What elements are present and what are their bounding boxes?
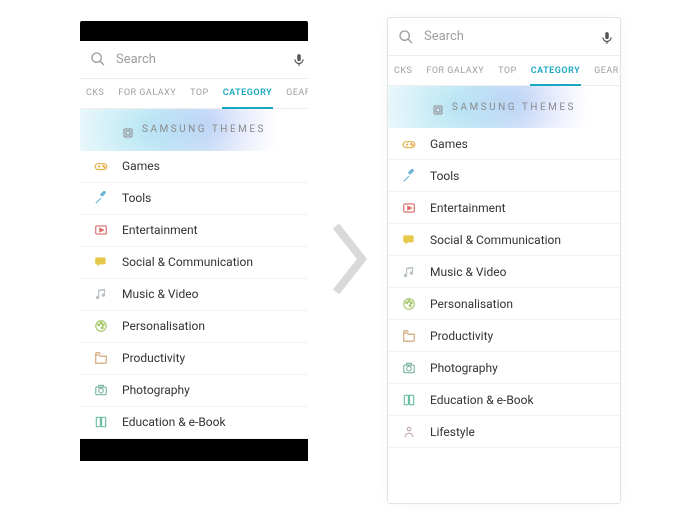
category-row-games[interactable]: Games: [388, 128, 620, 160]
category-row-social[interactable]: Social & Communication: [388, 224, 620, 256]
hero-title: SAMSUNG THEMES: [452, 102, 576, 113]
tab-bar: CKS FOR GALAXY TOP CATEGORY GEAR: [80, 79, 308, 109]
search-input[interactable]: [424, 29, 590, 44]
tab-for-galaxy[interactable]: FOR GALAXY: [419, 56, 491, 85]
search-icon: [398, 29, 414, 45]
photography-icon: [402, 361, 416, 375]
games-icon: [94, 159, 108, 173]
category-row-education[interactable]: Education & e-Book: [388, 384, 620, 416]
category-label: Music & Video: [430, 265, 506, 279]
tools-icon: [402, 169, 416, 183]
category-label: Music & Video: [122, 287, 198, 301]
productivity-icon: [94, 351, 108, 365]
category-row-games[interactable]: Games: [80, 151, 308, 183]
entertainment-icon: [402, 201, 416, 215]
category-row-tools[interactable]: Tools: [80, 183, 308, 215]
category-list-before: Games Tools Entertainment Social & Communic…: [80, 151, 308, 439]
mic-icon[interactable]: [600, 30, 614, 44]
category-label: Tools: [430, 169, 459, 183]
category-row-education[interactable]: Education & e-Book: [80, 407, 308, 439]
letterbox-top: [80, 21, 308, 41]
category-label: Lifestyle: [430, 425, 475, 439]
category-row-social[interactable]: Social & Communication: [80, 247, 308, 279]
search-input[interactable]: [116, 52, 282, 67]
category-label: Tools: [122, 191, 151, 205]
category-row-entertainment[interactable]: Entertainment: [80, 215, 308, 247]
tab-clipped[interactable]: CKS: [392, 56, 419, 85]
category-label: Productivity: [430, 329, 493, 343]
category-label: Social & Communication: [430, 233, 561, 247]
lifestyle-icon: [402, 425, 416, 439]
category-row-photography[interactable]: Photography: [388, 352, 620, 384]
category-label: Games: [430, 137, 468, 151]
tab-top[interactable]: TOP: [183, 79, 216, 108]
hero-banner[interactable]: SAMSUNG THEMES: [388, 86, 620, 128]
category-label: Education & e-Book: [122, 415, 226, 429]
category-label: Education & e-Book: [430, 393, 534, 407]
category-row-lifestyle[interactable]: Lifestyle: [388, 416, 620, 448]
category-row-productivity[interactable]: Productivity: [388, 320, 620, 352]
device-after: CKS FOR GALAXY TOP CATEGORY GEAR SAMSUNG…: [388, 18, 620, 503]
music-icon: [94, 287, 108, 301]
comparison-stage: CKS FOR GALAXY TOP CATEGORY GEAR SAMSUNG…: [0, 0, 700, 521]
tab-category[interactable]: CATEGORY: [216, 79, 279, 108]
productivity-icon: [402, 329, 416, 343]
hero-banner[interactable]: SAMSUNG THEMES: [80, 109, 308, 151]
category-row-music[interactable]: Music & Video: [388, 256, 620, 288]
category-row-tools[interactable]: Tools: [388, 160, 620, 192]
arrow-icon: [326, 224, 370, 298]
search-bar: [388, 18, 620, 56]
hero-title: SAMSUNG THEMES: [142, 124, 266, 135]
category-row-personalisation[interactable]: Personalisation: [388, 288, 620, 320]
education-icon: [94, 415, 108, 429]
mic-icon[interactable]: [292, 52, 306, 66]
category-label: Entertainment: [430, 201, 506, 215]
search-icon: [90, 51, 106, 67]
social-icon: [94, 255, 108, 269]
device-before: CKS FOR GALAXY TOP CATEGORY GEAR SAMSUNG…: [80, 21, 308, 501]
category-label: Social & Communication: [122, 255, 253, 269]
education-icon: [402, 393, 416, 407]
search-bar: [80, 41, 308, 79]
category-label: Photography: [122, 383, 190, 397]
tab-clipped[interactable]: CKS: [84, 79, 111, 108]
category-row-music[interactable]: Music & Video: [80, 279, 308, 311]
tab-gear[interactable]: GEAR: [587, 56, 620, 85]
category-list-after: Games Tools Entertainment Social & Communic…: [388, 128, 620, 448]
personalisation-icon: [94, 319, 108, 333]
tab-top[interactable]: TOP: [491, 56, 524, 85]
entertainment-icon: [94, 223, 108, 237]
category-label: Personalisation: [430, 297, 513, 311]
category-row-personalisation[interactable]: Personalisation: [80, 311, 308, 343]
category-label: Photography: [430, 361, 498, 375]
photography-icon: [94, 383, 108, 397]
tab-for-galaxy[interactable]: FOR GALAXY: [111, 79, 183, 108]
games-icon: [402, 137, 416, 151]
theme-icon: [122, 124, 134, 136]
category-label: Entertainment: [122, 223, 198, 237]
category-label: Personalisation: [122, 319, 205, 333]
category-label: Games: [122, 159, 160, 173]
tab-gear[interactable]: GEAR: [279, 79, 308, 108]
tools-icon: [94, 191, 108, 205]
personalisation-icon: [402, 297, 416, 311]
tab-bar: CKS FOR GALAXY TOP CATEGORY GEAR: [388, 56, 620, 86]
social-icon: [402, 233, 416, 247]
category-label: Productivity: [122, 351, 185, 365]
category-row-productivity[interactable]: Productivity: [80, 343, 308, 375]
theme-icon: [432, 101, 444, 113]
music-icon: [402, 265, 416, 279]
tab-category[interactable]: CATEGORY: [524, 56, 587, 85]
letterbox-bottom: [80, 439, 308, 461]
category-row-entertainment[interactable]: Entertainment: [388, 192, 620, 224]
category-row-photography[interactable]: Photography: [80, 375, 308, 407]
